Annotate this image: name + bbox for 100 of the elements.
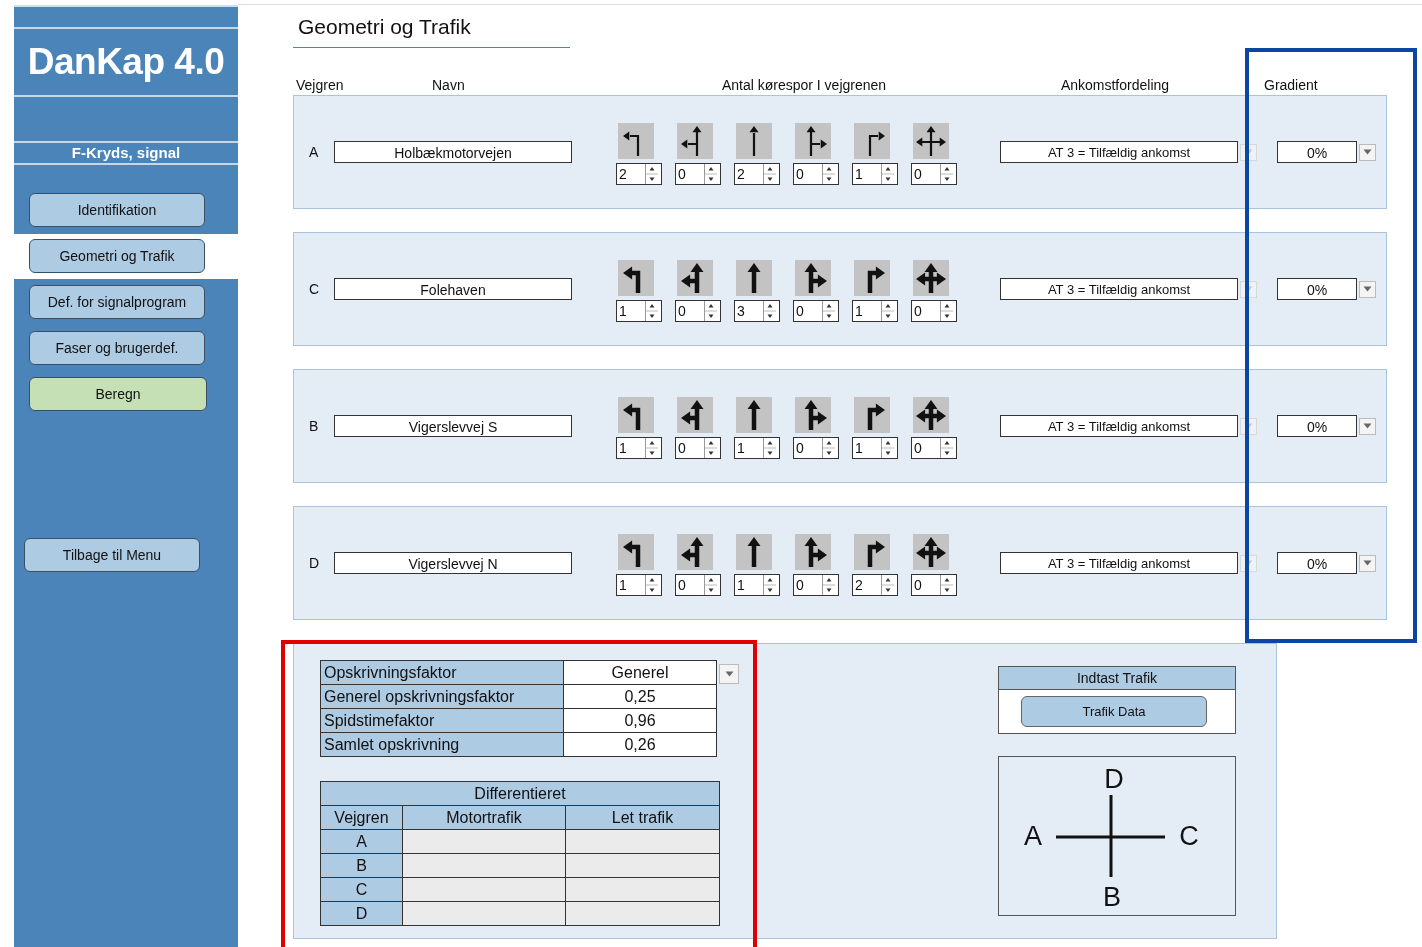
spin-arrows-icon — [763, 164, 777, 184]
lane-count-spinner[interactable]: 1 — [616, 437, 662, 459]
page-title: Geometri og Trafik — [293, 5, 570, 48]
spin-arrows-icon — [645, 164, 659, 184]
spin-arrows-icon — [940, 438, 954, 458]
road-name-field[interactable]: Folehaven — [334, 278, 572, 300]
spin-arrows-icon — [704, 301, 718, 321]
traffic-data-button[interactable]: Trafik Data — [1021, 696, 1207, 727]
lane-count-spinner[interactable]: 1 — [734, 574, 780, 596]
arrival-field[interactable]: AT 3 = Tilfældig ankomst — [1000, 415, 1238, 437]
lane-count-spinner[interactable]: 0 — [793, 574, 839, 596]
lane-count-spinner[interactable]: 0 — [911, 163, 957, 185]
lane-count-spinner[interactable]: 0 — [911, 574, 957, 596]
column-header: Gradient — [1263, 77, 1318, 93]
spin-arrows-icon — [822, 301, 836, 321]
road-name-field[interactable]: Vigerslevvej S — [334, 415, 572, 437]
spin-arrows-icon — [704, 575, 718, 595]
spin-arrows-icon — [763, 575, 777, 595]
column-header: Ankomstfordeling — [1059, 77, 1171, 93]
spin-arrows-icon — [881, 164, 895, 184]
caret-icon — [724, 671, 734, 677]
table-cell: Spidstimefaktor — [320, 708, 564, 733]
spin-arrows-icon — [881, 575, 895, 595]
nav-button[interactable]: Geometri og Trafik — [29, 239, 205, 273]
table-cell: 0,96 — [563, 708, 717, 733]
spin-arrows-icon — [881, 438, 895, 458]
back-button[interactable]: Tilbage til Menu — [24, 538, 200, 572]
branch-label: A — [1024, 821, 1042, 851]
app-title: DanKap 4.0 — [14, 27, 238, 97]
spin-arrows-icon — [822, 575, 836, 595]
nav-button[interactable]: Beregn — [29, 377, 207, 411]
table-cell: Samlet opskrivning — [320, 732, 564, 757]
arrival-field[interactable]: AT 3 = Tilfældig ankomst — [1000, 141, 1238, 163]
gradient-field[interactable]: 0% — [1277, 552, 1357, 574]
lane-count-spinner[interactable]: 1 — [616, 574, 662, 596]
table-cell: 0,26 — [563, 732, 717, 757]
lane-count-spinner[interactable]: 1 — [616, 300, 662, 322]
arrival-field[interactable]: AT 3 = Tilfældig ankomst — [1000, 278, 1238, 300]
caret-icon — [1363, 149, 1372, 155]
branch-label: A — [309, 144, 320, 160]
spin-arrows-icon — [704, 164, 718, 184]
column-header: Antal kørespor I vejgrenen — [720, 77, 888, 93]
road-name-field[interactable]: Holbækmotorvejen — [334, 141, 572, 163]
row-header: C — [320, 877, 403, 902]
lane-count-spinner[interactable]: 0 — [675, 300, 721, 322]
dropdown-button[interactable] — [719, 664, 739, 684]
nav-button[interactable]: Faser og brugerdef. — [29, 331, 205, 365]
branch-label: B — [309, 418, 320, 434]
spin-arrows-icon — [704, 438, 718, 458]
lane-count-spinner[interactable]: 0 — [675, 574, 721, 596]
lane-count-spinner[interactable]: 1 — [852, 437, 898, 459]
lane-count-spinner[interactable]: 0 — [793, 437, 839, 459]
column-header: Vejgren — [295, 77, 345, 93]
table-header: Differentieret — [320, 781, 720, 806]
nav-button[interactable]: Def. for signalprogram — [29, 285, 205, 319]
spin-arrows-icon — [763, 301, 777, 321]
table-cell: Generel opskrivningsfaktor — [320, 684, 564, 709]
lane-count-spinner[interactable]: 1 — [734, 437, 780, 459]
lane-count-spinner[interactable]: 0 — [793, 300, 839, 322]
column-header: Motortrafik — [402, 805, 566, 830]
dropdown-button[interactable] — [1359, 554, 1376, 572]
lane-count-spinner[interactable]: 1 — [852, 300, 898, 322]
spin-arrows-icon — [881, 301, 895, 321]
branch-label: C — [309, 281, 321, 297]
gradient-field[interactable]: 0% — [1277, 141, 1357, 163]
row-header: A — [320, 829, 403, 854]
dropdown-button[interactable] — [1359, 143, 1376, 161]
lane-count-spinner[interactable]: 0 — [911, 437, 957, 459]
caret-icon — [1363, 560, 1372, 566]
lane-count-spinner[interactable]: 0 — [675, 163, 721, 185]
dropdown-button[interactable] — [1359, 417, 1376, 435]
branch-label: D — [309, 555, 321, 571]
dropdown-button[interactable] — [1359, 280, 1376, 298]
gradient-field[interactable]: 0% — [1277, 278, 1357, 300]
row-header: D — [320, 901, 403, 926]
lane-count-spinner[interactable]: 2 — [734, 163, 780, 185]
spin-arrows-icon — [645, 438, 659, 458]
gradient-field[interactable]: 0% — [1277, 415, 1357, 437]
lane-count-spinner[interactable]: 1 — [852, 163, 898, 185]
branch-label: D — [1104, 764, 1124, 794]
lane-count-spinner[interactable]: 0 — [675, 437, 721, 459]
nav-button[interactable]: Identifikation — [29, 193, 205, 227]
spin-arrows-icon — [822, 438, 836, 458]
box-title: Indtast Trafik — [999, 667, 1235, 690]
branch-label: C — [1179, 821, 1199, 851]
lane-count-spinner[interactable]: 2 — [852, 574, 898, 596]
spin-arrows-icon — [940, 164, 954, 184]
factor-select[interactable]: Generel — [563, 660, 717, 685]
lane-count-spinner[interactable]: 0 — [793, 163, 839, 185]
lane-count-spinner[interactable]: 2 — [616, 163, 662, 185]
lane-count-spinner[interactable]: 3 — [734, 300, 780, 322]
table-cell: Opskrivningsfaktor — [320, 660, 564, 685]
spin-arrows-icon — [822, 164, 836, 184]
column-header: Navn — [432, 77, 466, 93]
table-cell: 0,25 — [563, 684, 717, 709]
lane-count-spinner[interactable]: 0 — [911, 300, 957, 322]
road-name-field[interactable]: Vigerslevvej N — [334, 552, 572, 574]
arrival-field[interactable]: AT 3 = Tilfældig ankomst — [1000, 552, 1238, 574]
spin-arrows-icon — [645, 575, 659, 595]
spin-arrows-icon — [645, 301, 659, 321]
